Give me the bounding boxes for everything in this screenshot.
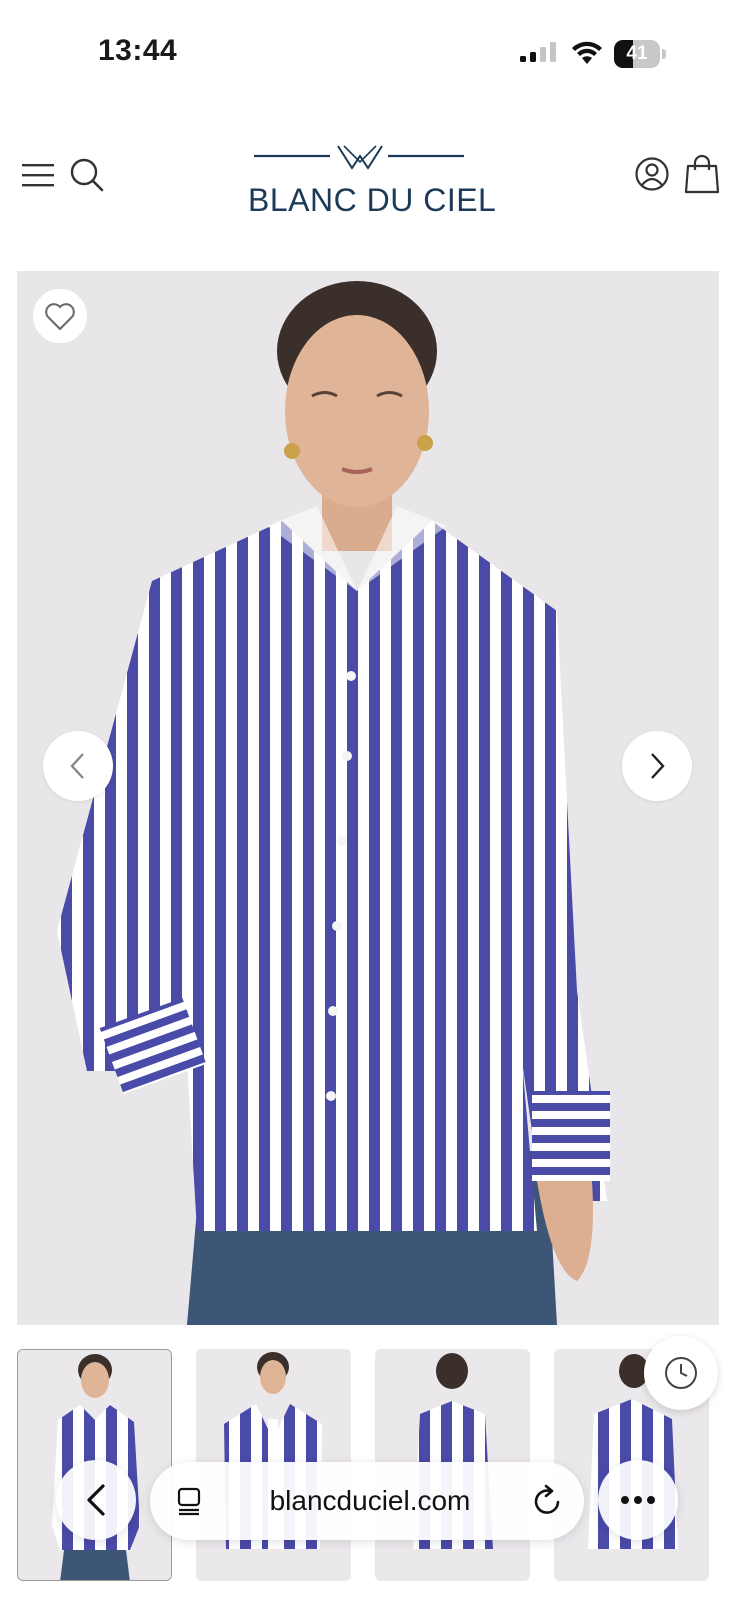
brand-name: BLANC DU CIEL xyxy=(248,182,497,218)
status-bar: 13:44 41 xyxy=(0,0,736,100)
product-image[interactable] xyxy=(17,271,719,1325)
status-time: 13:44 xyxy=(98,34,178,67)
more-icon xyxy=(621,1496,655,1504)
url-text: blancduciel.com xyxy=(269,1485,471,1516)
brand-logo[interactable]: BLANC DU CIEL xyxy=(248,140,497,218)
account-icon[interactable] xyxy=(634,156,670,192)
recently-viewed-button[interactable] xyxy=(644,1336,718,1410)
chevron-right-icon xyxy=(651,753,665,779)
cellular-signal-icon xyxy=(520,42,556,62)
clock-icon xyxy=(665,1357,697,1389)
wishlist-button[interactable] xyxy=(33,289,87,343)
more-options-button[interactable] xyxy=(598,1460,678,1540)
site-header: BLANC DU CIEL xyxy=(0,130,736,240)
chevron-left-icon xyxy=(70,753,84,779)
shopping-bag-icon[interactable] xyxy=(684,154,720,194)
product-photo xyxy=(17,271,719,1325)
logo-mark-icon xyxy=(254,145,464,170)
menu-icon[interactable] xyxy=(22,160,56,190)
battery-level: 41 xyxy=(626,43,648,64)
tabs-icon[interactable] xyxy=(176,1486,206,1516)
address-bar[interactable]: blancduciel.com xyxy=(150,1462,584,1540)
back-arrow-icon xyxy=(87,1484,105,1516)
browser-toolbar: blancduciel.com xyxy=(0,1460,736,1544)
heart-icon xyxy=(45,303,75,331)
previous-image-button[interactable] xyxy=(43,731,113,801)
search-icon[interactable] xyxy=(68,156,106,194)
battery-icon: 41 xyxy=(614,40,666,68)
wifi-icon xyxy=(572,41,602,64)
next-image-button[interactable] xyxy=(622,731,692,801)
browser-back-button[interactable] xyxy=(56,1460,136,1540)
reload-icon[interactable] xyxy=(532,1484,564,1518)
